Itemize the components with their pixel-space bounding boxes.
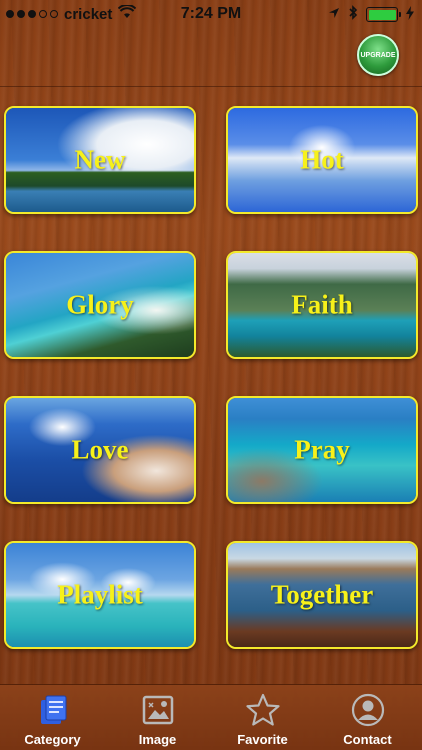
category-tile-love[interactable]: Love <box>4 396 196 504</box>
tab-label: Contact <box>343 732 392 747</box>
status-right <box>328 5 414 24</box>
image-icon <box>141 693 175 727</box>
tile-label: New <box>74 144 126 175</box>
status-bar: cricket 7:24 PM <box>0 0 422 28</box>
category-tile-playlist[interactable]: Playlist <box>4 541 196 649</box>
tab-contact[interactable]: Contact <box>315 685 420 750</box>
tab-favorite[interactable]: Favorite <box>210 685 315 750</box>
contact-icon <box>351 693 385 727</box>
tab-label: Favorite <box>237 732 288 747</box>
tile-label: Hot <box>300 144 344 175</box>
location-icon <box>328 6 340 23</box>
battery-icon <box>366 7 401 22</box>
category-tile-new[interactable]: New <box>4 106 196 214</box>
charging-icon <box>406 5 414 24</box>
tab-label: Image <box>138 732 177 747</box>
tile-label: Playlist <box>57 579 143 610</box>
tile-label: Love <box>71 434 129 465</box>
category-tile-hot[interactable]: Hot <box>226 106 418 214</box>
tab-label: Category <box>24 732 81 747</box>
category-tile-glory[interactable]: Glory <box>4 251 196 359</box>
category-icon <box>36 693 70 727</box>
header-divider <box>0 86 422 87</box>
tab-bar: Category Image Favorite Contact <box>0 684 422 750</box>
tile-label: Faith <box>291 289 353 320</box>
upgrade-button[interactable]: UPGRADE <box>357 34 399 76</box>
category-tile-faith[interactable]: Faith <box>226 251 418 359</box>
tab-category[interactable]: Category <box>0 685 105 750</box>
star-icon <box>245 693 280 727</box>
tile-label: Together <box>270 579 374 610</box>
tab-image[interactable]: Image <box>105 685 210 750</box>
tile-label: Glory <box>66 289 134 320</box>
category-tile-pray[interactable]: Pray <box>226 396 418 504</box>
category-tile-together[interactable]: Together <box>226 541 418 649</box>
tile-label: Pray <box>294 434 350 465</box>
bluetooth-icon <box>348 5 358 24</box>
